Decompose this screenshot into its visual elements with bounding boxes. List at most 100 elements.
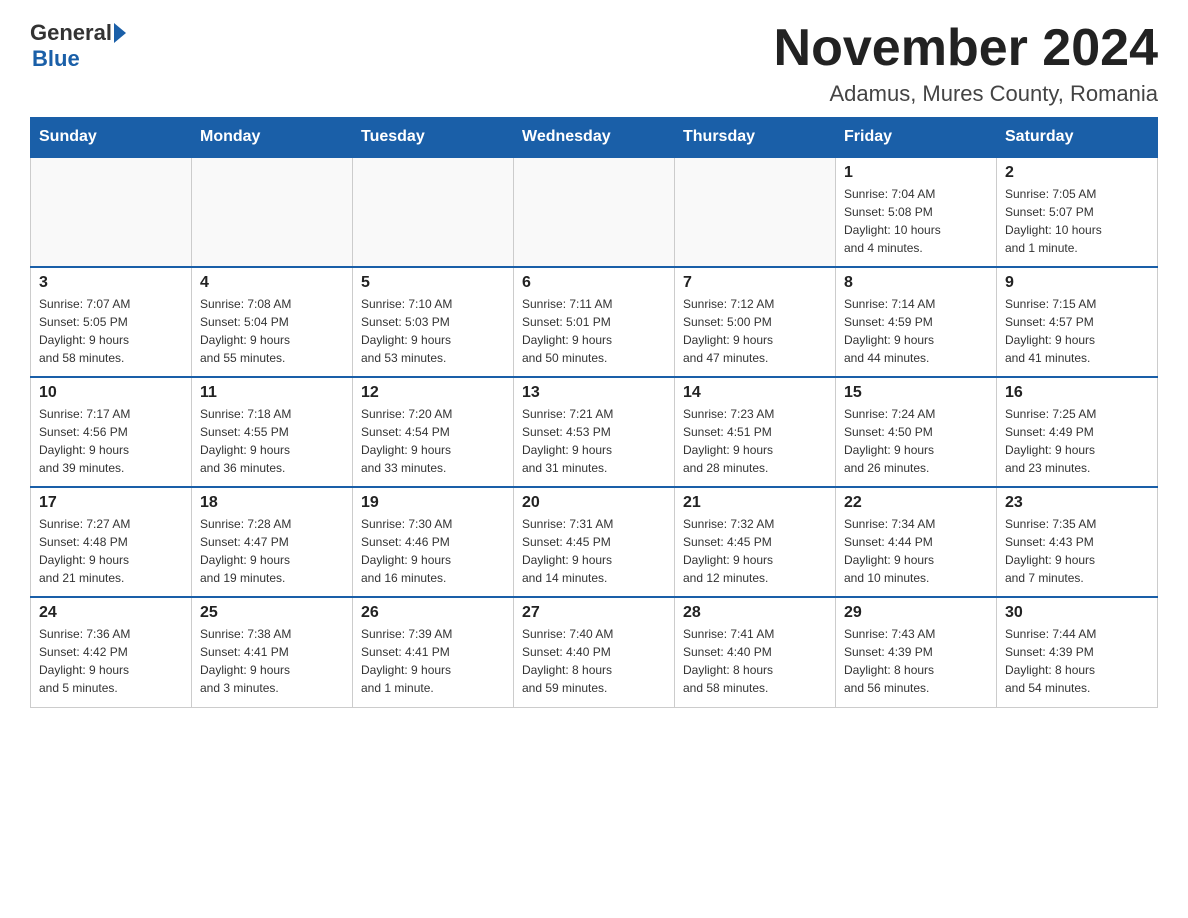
day-number: 10 [39, 384, 183, 402]
day-info: Sunrise: 7:11 AM Sunset: 5:01 PM Dayligh… [522, 295, 666, 367]
day-info: Sunrise: 7:21 AM Sunset: 4:53 PM Dayligh… [522, 405, 666, 477]
day-info: Sunrise: 7:10 AM Sunset: 5:03 PM Dayligh… [361, 295, 505, 367]
day-number: 4 [200, 274, 344, 292]
logo-arrow-icon [114, 23, 126, 43]
day-number: 25 [200, 604, 344, 622]
calendar-cell: 17 Sunrise: 7:27 AM Sunset: 4:48 PM Dayli… [31, 487, 192, 597]
day-info: Sunrise: 7:20 AM Sunset: 4:54 PM Dayligh… [361, 405, 505, 477]
day-number: 13 [522, 384, 666, 402]
calendar-cell: 3Sunrise: 7:07 AM Sunset: 5:05 PM Daylig… [31, 267, 192, 377]
calendar-cell [353, 157, 514, 267]
day-info: Sunrise: 7:43 AM Sunset: 4:39 PM Dayligh… [844, 625, 988, 697]
calendar-cell: 14Sunrise: 7:23 AM Sunset: 4:51 PM Dayli… [675, 377, 836, 487]
day-info: Sunrise: 7:08 AM Sunset: 5:04 PM Dayligh… [200, 295, 344, 367]
calendar-table: SundayMondayTuesdayWednesdayThursdayFrid… [30, 117, 1158, 708]
weekday-header-wednesday: Wednesday [514, 118, 675, 158]
day-info: Sunrise: 7:17 AM Sunset: 4:56 PM Dayligh… [39, 405, 183, 477]
day-info: Sunrise: 7:05 AM Sunset: 5:07 PM Dayligh… [1005, 185, 1149, 257]
week-row-1: 1Sunrise: 7:04 AM Sunset: 5:08 PM Daylig… [31, 157, 1158, 267]
calendar-cell: 25 Sunrise: 7:38 AM Sunset: 4:41 PM Dayli… [192, 597, 353, 707]
calendar-cell: 22 Sunrise: 7:34 AM Sunset: 4:44 PM Dayli… [836, 487, 997, 597]
day-info: Sunrise: 7:41 AM Sunset: 4:40 PM Dayligh… [683, 625, 827, 697]
day-number: 27 [522, 604, 666, 622]
weekday-header-row: SundayMondayTuesdayWednesdayThursdayFrid… [31, 118, 1158, 158]
week-row-4: 17 Sunrise: 7:27 AM Sunset: 4:48 PM Dayli… [31, 487, 1158, 597]
calendar-cell: 26 Sunrise: 7:39 AM Sunset: 4:41 PM Dayli… [353, 597, 514, 707]
day-number: 29 [844, 604, 988, 622]
day-number: 23 [1005, 494, 1149, 512]
calendar-cell [192, 157, 353, 267]
day-info: Sunrise: 7:32 AM Sunset: 4:45 PM Dayligh… [683, 515, 827, 587]
calendar-cell [31, 157, 192, 267]
week-row-3: 10 Sunrise: 7:17 AM Sunset: 4:56 PM Dayli… [31, 377, 1158, 487]
day-number: 16 [1005, 384, 1149, 402]
calendar-cell: 16 Sunrise: 7:25 AM Sunset: 4:49 PM Dayli… [997, 377, 1158, 487]
day-info: Sunrise: 7:14 AM Sunset: 4:59 PM Dayligh… [844, 295, 988, 367]
weekday-header-saturday: Saturday [997, 118, 1158, 158]
calendar-cell: 28 Sunrise: 7:41 AM Sunset: 4:40 PM Dayli… [675, 597, 836, 707]
day-number: 8 [844, 274, 988, 292]
calendar-cell: 1Sunrise: 7:04 AM Sunset: 5:08 PM Daylig… [836, 157, 997, 267]
day-info: Sunrise: 7:07 AM Sunset: 5:05 PM Dayligh… [39, 295, 183, 367]
logo-blue-text: Blue [32, 46, 80, 72]
day-info: Sunrise: 7:34 AM Sunset: 4:44 PM Dayligh… [844, 515, 988, 587]
weekday-header-monday: Monday [192, 118, 353, 158]
day-number: 17 [39, 494, 183, 512]
day-number: 22 [844, 494, 988, 512]
calendar-cell: 27 Sunrise: 7:40 AM Sunset: 4:40 PM Dayli… [514, 597, 675, 707]
day-number: 21 [683, 494, 827, 512]
day-number: 26 [361, 604, 505, 622]
day-number: 9 [1005, 274, 1149, 292]
title-area: November 2024 Adamus, Mures County, Roma… [774, 20, 1158, 107]
day-info: Sunrise: 7:28 AM Sunset: 4:47 PM Dayligh… [200, 515, 344, 587]
calendar-cell: 12Sunrise: 7:20 AM Sunset: 4:54 PM Dayli… [353, 377, 514, 487]
calendar-cell: 13 Sunrise: 7:21 AM Sunset: 4:53 PM Dayli… [514, 377, 675, 487]
day-number: 11 [200, 384, 344, 402]
calendar-cell: 23 Sunrise: 7:35 AM Sunset: 4:43 PM Dayli… [997, 487, 1158, 597]
day-info: Sunrise: 7:38 AM Sunset: 4:41 PM Dayligh… [200, 625, 344, 697]
weekday-header-tuesday: Tuesday [353, 118, 514, 158]
day-number: 30 [1005, 604, 1149, 622]
calendar-cell: 8 Sunrise: 7:14 AM Sunset: 4:59 PM Daylig… [836, 267, 997, 377]
month-title: November 2024 [774, 20, 1158, 77]
day-info: Sunrise: 7:40 AM Sunset: 4:40 PM Dayligh… [522, 625, 666, 697]
day-info: Sunrise: 7:39 AM Sunset: 4:41 PM Dayligh… [361, 625, 505, 697]
day-number: 20 [522, 494, 666, 512]
calendar-cell [514, 157, 675, 267]
calendar-cell: 29 Sunrise: 7:43 AM Sunset: 4:39 PM Dayli… [836, 597, 997, 707]
logo-general-text: General [30, 20, 112, 46]
logo: General Blue [30, 20, 128, 72]
week-row-2: 3Sunrise: 7:07 AM Sunset: 5:05 PM Daylig… [31, 267, 1158, 377]
calendar-cell: 18Sunrise: 7:28 AM Sunset: 4:47 PM Dayli… [192, 487, 353, 597]
day-info: Sunrise: 7:24 AM Sunset: 4:50 PM Dayligh… [844, 405, 988, 477]
day-info: Sunrise: 7:31 AM Sunset: 4:45 PM Dayligh… [522, 515, 666, 587]
calendar-cell: 7 Sunrise: 7:12 AM Sunset: 5:00 PM Daylig… [675, 267, 836, 377]
week-row-5: 24 Sunrise: 7:36 AM Sunset: 4:42 PM Dayli… [31, 597, 1158, 707]
calendar-cell: 9 Sunrise: 7:15 AM Sunset: 4:57 PM Daylig… [997, 267, 1158, 377]
day-info: Sunrise: 7:25 AM Sunset: 4:49 PM Dayligh… [1005, 405, 1149, 477]
day-number: 1 [844, 164, 988, 182]
day-info: Sunrise: 7:27 AM Sunset: 4:48 PM Dayligh… [39, 515, 183, 587]
day-info: Sunrise: 7:35 AM Sunset: 4:43 PM Dayligh… [1005, 515, 1149, 587]
calendar-cell: 11 Sunrise: 7:18 AM Sunset: 4:55 PM Dayli… [192, 377, 353, 487]
calendar-cell: 30Sunrise: 7:44 AM Sunset: 4:39 PM Dayli… [997, 597, 1158, 707]
day-number: 7 [683, 274, 827, 292]
day-number: 19 [361, 494, 505, 512]
day-number: 28 [683, 604, 827, 622]
day-info: Sunrise: 7:12 AM Sunset: 5:00 PM Dayligh… [683, 295, 827, 367]
weekday-header-friday: Friday [836, 118, 997, 158]
calendar-cell: 15Sunrise: 7:24 AM Sunset: 4:50 PM Dayli… [836, 377, 997, 487]
day-number: 2 [1005, 164, 1149, 182]
day-number: 6 [522, 274, 666, 292]
day-info: Sunrise: 7:36 AM Sunset: 4:42 PM Dayligh… [39, 625, 183, 697]
calendar-cell: 20 Sunrise: 7:31 AM Sunset: 4:45 PM Dayli… [514, 487, 675, 597]
calendar-cell: 4 Sunrise: 7:08 AM Sunset: 5:04 PM Daylig… [192, 267, 353, 377]
day-info: Sunrise: 7:23 AM Sunset: 4:51 PM Dayligh… [683, 405, 827, 477]
calendar-cell: 5 Sunrise: 7:10 AM Sunset: 5:03 PM Daylig… [353, 267, 514, 377]
day-number: 5 [361, 274, 505, 292]
day-number: 24 [39, 604, 183, 622]
day-info: Sunrise: 7:18 AM Sunset: 4:55 PM Dayligh… [200, 405, 344, 477]
calendar-cell: 6 Sunrise: 7:11 AM Sunset: 5:01 PM Daylig… [514, 267, 675, 377]
calendar-cell: 24 Sunrise: 7:36 AM Sunset: 4:42 PM Dayli… [31, 597, 192, 707]
day-info: Sunrise: 7:15 AM Sunset: 4:57 PM Dayligh… [1005, 295, 1149, 367]
